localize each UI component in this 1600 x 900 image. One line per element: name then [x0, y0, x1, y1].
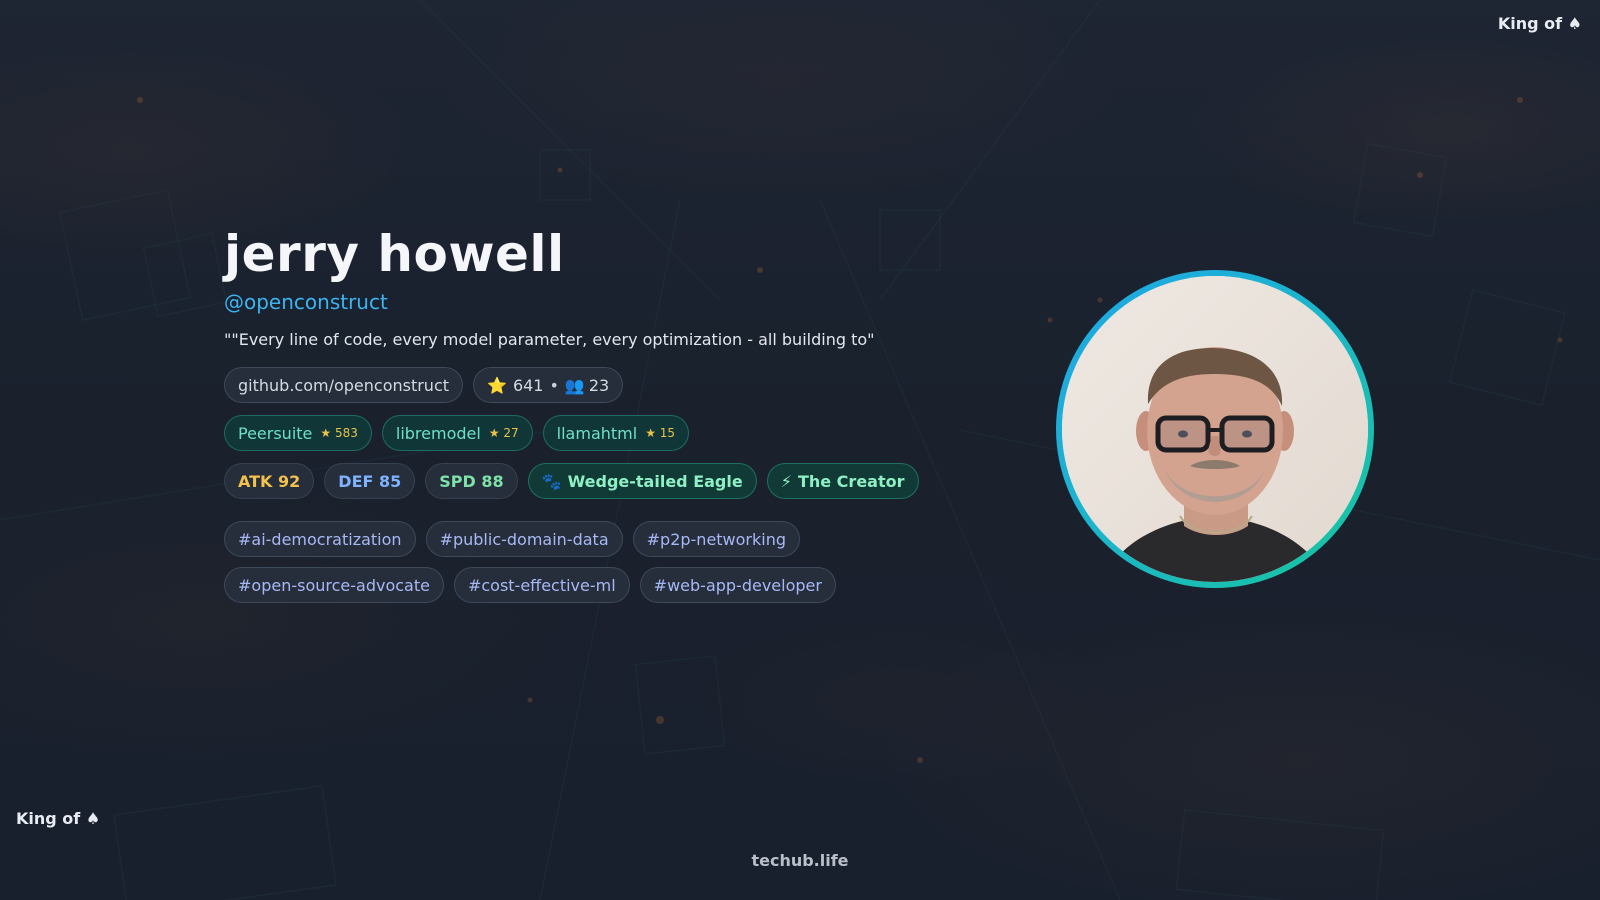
repos-row: Peersuite ★ 583 libremodel ★ 27 llamahtm… — [224, 415, 984, 451]
followers-count: 23 — [588, 375, 610, 395]
repo-stars: ★ 583 — [320, 426, 358, 440]
corner-label-bottom-left: King of ♠ — [16, 809, 101, 828]
avatar — [1062, 276, 1368, 582]
profile-quote: ""Every line of code, every model parame… — [224, 330, 875, 349]
stats-separator: • — [549, 375, 559, 395]
badge-archetype: ⚡ The Creator — [766, 463, 919, 499]
github-link[interactable]: github.com/openconstruct — [224, 367, 464, 403]
tags-row: #ai-democratization #public-domain-data … — [224, 521, 984, 603]
stat-attack: ATK 92 — [224, 463, 315, 499]
footer-site-name[interactable]: techub.life — [0, 851, 1600, 870]
tag-chip[interactable]: #public-domain-data — [425, 521, 623, 557]
tag-chip[interactable]: #ai-democratization — [224, 521, 416, 557]
repo-chip-llamahtml[interactable]: llamahtml ★ 15 — [542, 415, 690, 451]
tag-chip[interactable]: #p2p-networking — [632, 521, 801, 557]
corner-label-top-right: King of ♠ — [1497, 14, 1582, 33]
star-icon: ⭐ — [487, 375, 507, 395]
stat-defense: DEF 85 — [324, 463, 416, 499]
followers-icon: 👥 — [564, 375, 585, 395]
stats-row: ATK 92 DEF 85 SPD 88 🐾 Wedge-tailed Eagl… — [224, 463, 984, 499]
badge-label: Wedge-tailed Eagle — [567, 471, 743, 491]
badge-spirit-animal: 🐾 Wedge-tailed Eagle — [527, 463, 757, 499]
lightning-icon: ⚡ — [780, 471, 792, 491]
tag-chip[interactable]: #cost-effective-ml — [453, 567, 630, 603]
repo-name: libremodel — [395, 423, 481, 443]
repo-name: Peersuite — [238, 423, 313, 443]
tag-chip[interactable]: #open-source-advocate — [224, 567, 444, 603]
repo-name: llamahtml — [556, 423, 638, 443]
repo-chip-libremodel[interactable]: libremodel ★ 27 — [381, 415, 533, 451]
repo-chip-peersuite[interactable]: Peersuite ★ 583 — [224, 415, 372, 451]
repo-stars: ★ 15 — [645, 426, 676, 440]
profile-handle[interactable]: @openconstruct — [224, 290, 984, 314]
profile-links-row: github.com/openconstruct ⭐ 641 • 👥 23 — [224, 367, 984, 403]
repo-stars: ★ 27 — [488, 426, 519, 440]
profile-card: jerry howell @openconstruct ""Every line… — [224, 224, 984, 603]
stat-speed: SPD 88 — [425, 463, 518, 499]
github-stats: ⭐ 641 • 👥 23 — [473, 367, 624, 403]
stars-count: 641 — [512, 375, 544, 395]
badge-label: The Creator — [797, 471, 905, 491]
tag-chip[interactable]: #web-app-developer — [639, 567, 836, 603]
avatar-portrait — [1062, 276, 1368, 582]
paw-icon: 🐾 — [541, 471, 562, 491]
profile-name: jerry howell — [224, 225, 565, 283]
avatar-ring — [1056, 270, 1374, 588]
